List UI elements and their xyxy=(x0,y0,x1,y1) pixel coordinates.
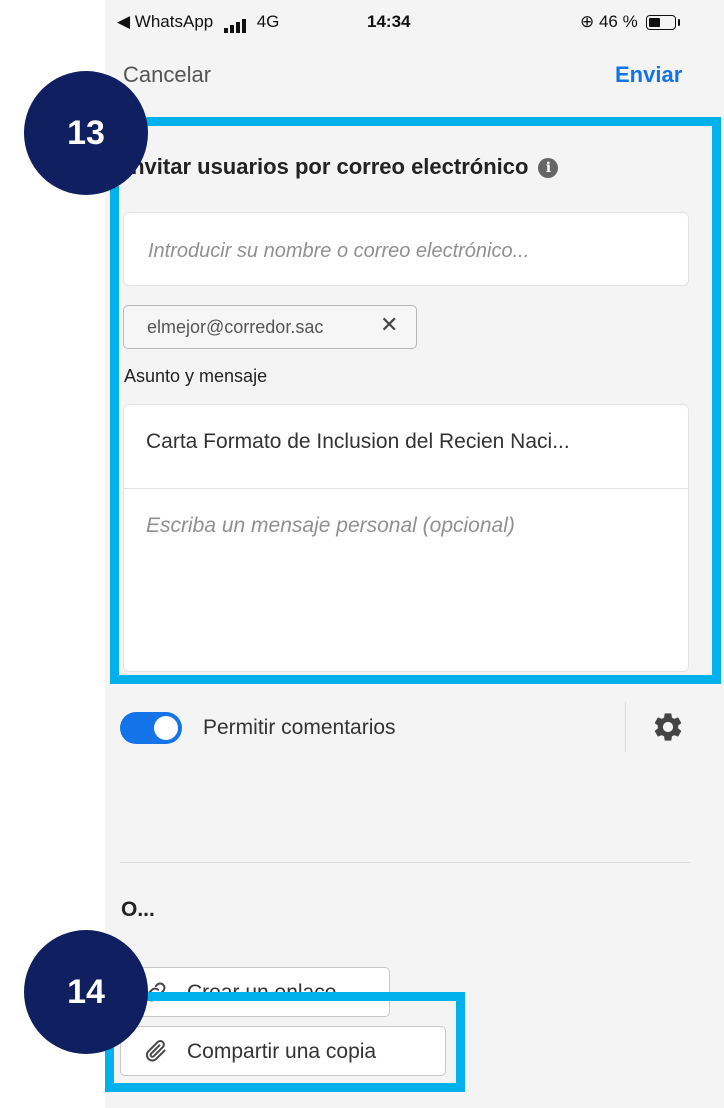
allow-comments-toggle[interactable] xyxy=(120,712,182,744)
send-button[interactable]: Enviar xyxy=(615,62,682,88)
step-14-highlight-frame xyxy=(105,992,465,1092)
back-to-app-link[interactable]: ◀ WhatsApp xyxy=(117,12,213,31)
signal-icon xyxy=(223,13,248,33)
alternatives-heading: O... xyxy=(121,898,155,921)
step-13-badge: 13 xyxy=(24,71,148,195)
step-14-badge: 14 xyxy=(24,930,148,1054)
allow-comments-label: Permitir comentarios xyxy=(203,716,396,739)
battery-percent: ⊕ 46 % xyxy=(580,12,638,31)
vertical-divider xyxy=(625,702,626,752)
toggle-knob xyxy=(154,716,178,740)
status-left: ◀ WhatsApp 4G xyxy=(117,12,279,33)
status-bar: ◀ WhatsApp 4G 14:34 ⊕ 46 % xyxy=(105,0,724,46)
battery-icon xyxy=(646,15,681,31)
cancel-button[interactable]: Cancelar xyxy=(123,62,211,88)
section-divider xyxy=(120,862,690,863)
network-type: 4G xyxy=(256,12,280,31)
gear-icon[interactable] xyxy=(651,710,685,744)
status-time: 14:34 xyxy=(367,12,411,31)
step-13-highlight-frame xyxy=(110,117,721,684)
status-right: ⊕ 46 % xyxy=(580,12,681,32)
